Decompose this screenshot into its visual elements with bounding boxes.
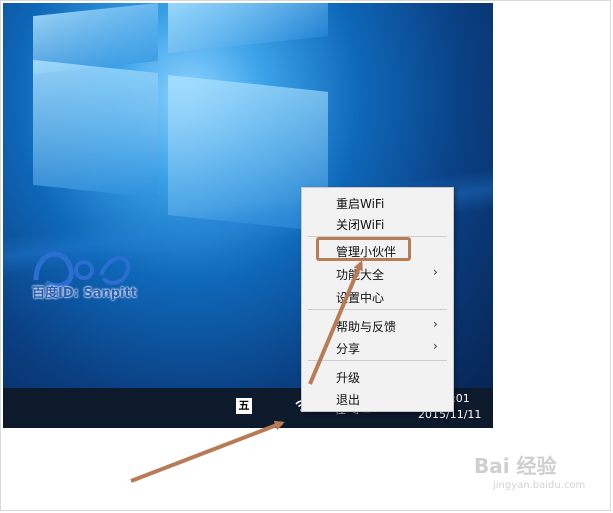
menu-item-upgrade[interactable]: 升级 [302, 365, 453, 387]
menu-item-label: 功能大全 [336, 268, 385, 282]
ime-indicator[interactable]: 五 [236, 398, 252, 414]
menu-separator [308, 360, 447, 361]
menu-item-label: 升级 [336, 371, 361, 385]
menu-item-label: 帮助与反馈 [336, 320, 397, 334]
window-pane-bottom-left [33, 59, 158, 198]
clock-time[interactable]: :01 [452, 392, 470, 405]
menu-item-help-feedback[interactable]: 帮助与反馈 › [302, 314, 453, 336]
highlight-box [316, 237, 411, 261]
menu-item-settings[interactable]: 设置中心 [302, 285, 453, 307]
menu-item-label: 设置中心 [336, 291, 385, 305]
menu-item-features[interactable]: 功能大全 › [302, 262, 453, 284]
chevron-right-icon: › [433, 317, 438, 331]
user-watermark: 百度ID: Sanpitt [32, 286, 137, 301]
menu-item-label: 分享 [336, 342, 361, 356]
menu-item-label: 关闭WiFi [336, 218, 385, 232]
menu-item-label: 退出 [336, 393, 361, 407]
menu-item-close-wifi[interactable]: 关闭WiFi [302, 212, 453, 234]
site-watermark-brand: Bai 经验 [474, 454, 557, 478]
menu-separator [308, 309, 447, 310]
window-pane-top-right [168, 3, 328, 54]
menu-item-restart-wifi[interactable]: 重启WiFi [302, 191, 453, 213]
menu-item-share[interactable]: 分享 › [302, 336, 453, 358]
menu-item-label: 重启WiFi [336, 197, 385, 211]
context-menu: 重启WiFi 关闭WiFi 管理小伙伴 功能大全 › 设置中心 帮助与反馈 › … [301, 187, 454, 412]
menu-item-exit[interactable]: 退出 [302, 387, 453, 409]
chevron-right-icon: › [433, 339, 438, 353]
chevron-right-icon: › [433, 265, 438, 279]
site-watermark-url: jingyan.baidu.com [493, 480, 586, 491]
